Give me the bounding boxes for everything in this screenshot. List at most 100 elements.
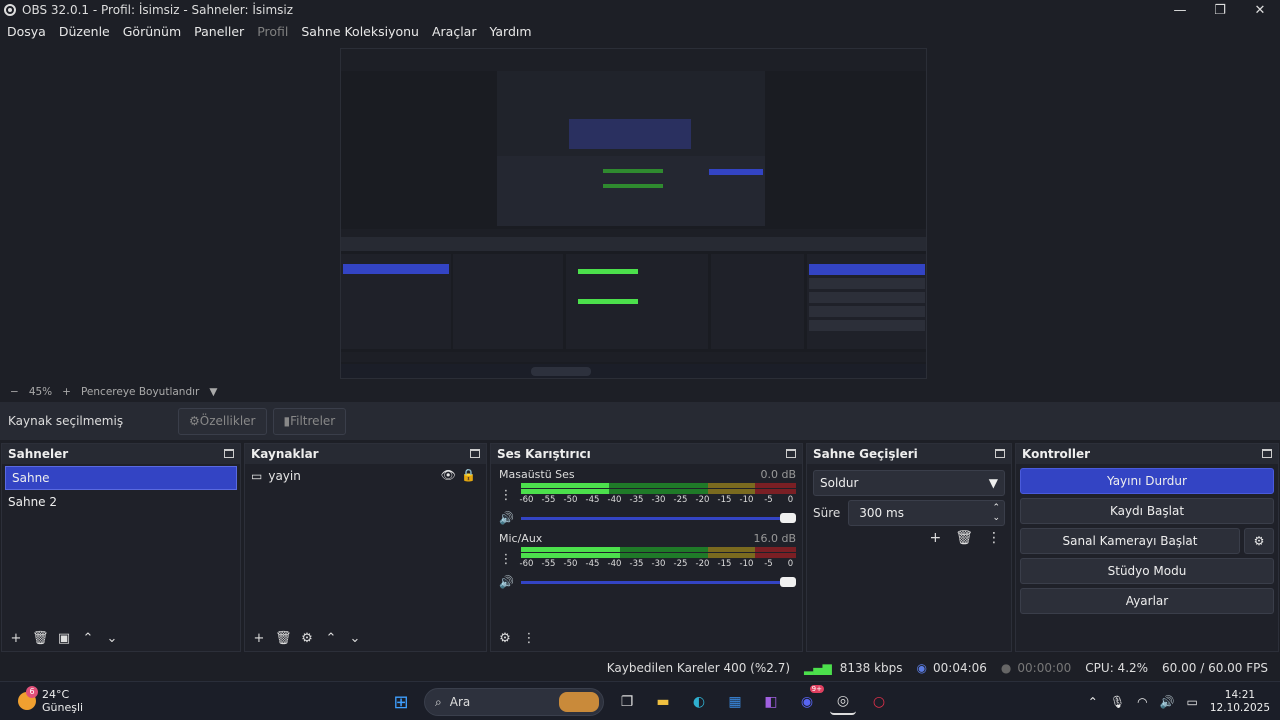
menu-paneller[interactable]: Paneller [187,24,250,39]
filter-icon[interactable]: ▣ [56,631,72,646]
zoom-bar: − 45% + Pencereye Boyutlandır ▼ [0,383,1280,401]
meter-tick-label: -20 [695,495,710,505]
zoom-dropdown-icon[interactable]: ▼ [209,386,217,398]
channel-db: 16.0 dB [753,532,796,545]
undock-icon[interactable] [786,449,796,458]
filters-button[interactable]: ▮ Filtreler [272,407,347,435]
advanced-audio-icon[interactable]: ⚙ [497,631,513,646]
properties-label: Özellikler [199,414,256,428]
task-view-icon[interactable]: ❐ [614,689,640,715]
more-icon[interactable]: ⋮ [521,631,537,646]
chevron-down-icon[interactable]: ⌄ [104,631,120,646]
weather-widget[interactable]: 6 24°C Güneşli [18,686,83,714]
transition-select[interactable]: Soldur ▼ [813,470,1005,496]
signal-icon: ▂▄▆ [804,661,832,675]
meter-tick-label: -25 [673,559,688,569]
menu-gorunum[interactable]: Görünüm [116,24,187,39]
monitor-icon: ▭ [251,469,263,483]
obs-icon[interactable]: ◎ [830,689,856,715]
studio-mode-button[interactable]: Stüdyo Modu [1020,558,1274,584]
more-icon[interactable]: ⋮ [499,488,513,503]
start-recording-button[interactable]: Kaydı Başlat [1020,498,1274,524]
no-source-label: Kaynak seçilmemiş [8,414,124,428]
undock-icon[interactable] [224,449,234,458]
spin-arrows-icon[interactable]: ⌃ ⌄ [992,503,1000,523]
chevron-up-icon[interactable]: ⌃ [1088,695,1098,709]
transitions-dock-header: Sahne Geçişleri [807,444,1011,464]
trash-icon[interactable]: 🗑 [275,631,292,646]
menu-dosya[interactable]: Dosya [0,24,52,39]
window-controls: — ❐ ✕ [1160,0,1280,20]
trash-icon[interactable]: 🗑 [32,631,49,646]
scenes-dock-header: Sahneler [2,444,240,464]
taskbar-search[interactable]: ⌕ Ara [424,688,604,716]
zoom-in-button[interactable]: + [62,386,71,398]
discord-icon[interactable]: ◉ 9+ [794,685,824,715]
app-icon[interactable]: ◧ [758,689,784,715]
menu-araclar[interactable]: Araçlar [425,24,483,39]
settings-button[interactable]: Ayarlar [1020,588,1274,614]
meter-tick-label: -5 [764,559,773,569]
system-tray: ⌃ 🎙 ◠ 🔊 ▭ 14:21 12.10.2025 [1088,682,1280,720]
source-toolbar: Kaynak seçilmemiş ⚙ Özellikler ▮ Filtreler [0,402,1280,440]
stop-streaming-button[interactable]: Yayını Durdur [1020,468,1274,494]
virtual-camera-settings-button[interactable]: ⚙ [1244,528,1274,554]
more-icon[interactable]: ⋮ [499,552,513,567]
speaker-icon[interactable]: 🔊 [499,575,515,589]
opera-icon[interactable]: ○ [866,689,892,715]
store-icon[interactable]: ▦ [722,689,748,715]
source-item[interactable]: ▭ yayin 👁 🔒 [245,464,486,488]
start-virtual-camera-button[interactable]: Sanal Kamerayı Başlat [1020,528,1240,554]
fit-to-window-label[interactable]: Pencereye Boyutlandır [81,386,199,398]
zoom-out-button[interactable]: − [10,386,19,398]
status-bar: Kaybedilen Kareler 400 (%2.7) ▂▄▆ 8138 k… [0,655,1280,681]
zoom-value: 45% [28,386,53,398]
record-icon: ● [1000,661,1012,675]
volume-slider[interactable] [520,576,796,588]
fps: 60.00 / 60.00 FPS [1162,661,1268,675]
menu-profil[interactable]: Profil [250,24,294,39]
sources-footer: + 🗑 ⚙ ⌃ ⌄ [245,625,486,651]
chevron-down-icon[interactable]: ⌄ [347,631,363,646]
preview-area[interactable] [0,42,1280,383]
obs-window: OBS 32.0.1 - Profil: İsimsiz - Sahneler:… [0,0,1280,720]
lock-icon[interactable]: 🔒 [461,468,476,482]
add-icon[interactable]: + [251,631,267,646]
speaker-icon[interactable]: 🔊 [499,511,515,525]
add-icon[interactable]: + [929,530,941,546]
taskbar-apps: ⊞ ⌕ Ara ❐ ▬ ◐ ▦ ◧ ◉ 9+ ◎ ○ [388,685,892,716]
maximize-button[interactable]: ❐ [1200,0,1240,20]
microphone-icon[interactable]: 🎙 [1110,695,1125,709]
windows-start-icon[interactable]: ⊞ [388,689,414,715]
menu-duzenle[interactable]: Düzenle [52,24,116,39]
menu-yardim[interactable]: Yardım [482,24,537,39]
chevron-up-icon[interactable]: ⌃ [323,631,339,646]
menu-sahne-koleksiyonu[interactable]: Sahne Koleksiyonu [294,24,425,39]
chevron-up-icon[interactable]: ⌃ [80,631,96,646]
clock[interactable]: 14:21 12.10.2025 [1210,689,1270,715]
duration-spinbox[interactable]: 300 ms ⌃ ⌄ [848,500,1005,526]
scene-item[interactable]: Sahne [5,466,237,490]
window-title: OBS 32.0.1 - Profil: İsimsiz - Sahneler:… [22,3,294,17]
sources-dock: Kaynaklar ▭ yayin 👁 🔒 + 🗑 ⚙ ⌃ ⌄ [244,443,487,652]
trash-icon[interactable]: 🗑 [955,530,973,546]
file-explorer-icon[interactable]: ▬ [650,689,676,715]
gear-icon[interactable]: ⚙ [299,631,315,646]
scene-item[interactable]: Sahne 2 [2,490,240,514]
eye-icon[interactable]: 👁 [441,468,456,482]
undock-icon[interactable] [995,449,1005,458]
wifi-icon[interactable]: ◠ [1137,695,1147,709]
edge-icon[interactable]: ◐ [686,689,712,715]
close-button[interactable]: ✕ [1240,0,1280,20]
add-icon[interactable]: + [8,631,24,646]
controls-dock-header: Kontroller [1016,444,1278,464]
properties-button[interactable]: ⚙ Özellikler [178,407,267,435]
volume-icon[interactable]: 🔊 [1160,695,1175,709]
volume-slider[interactable] [520,512,796,524]
undock-icon[interactable] [1262,449,1272,458]
battery-icon[interactable]: ▭ [1187,695,1198,709]
minimize-button[interactable]: — [1160,0,1200,20]
more-icon[interactable]: ⋮ [987,530,1001,546]
gear-icon: ⚙ [189,414,200,428]
undock-icon[interactable] [470,449,480,458]
